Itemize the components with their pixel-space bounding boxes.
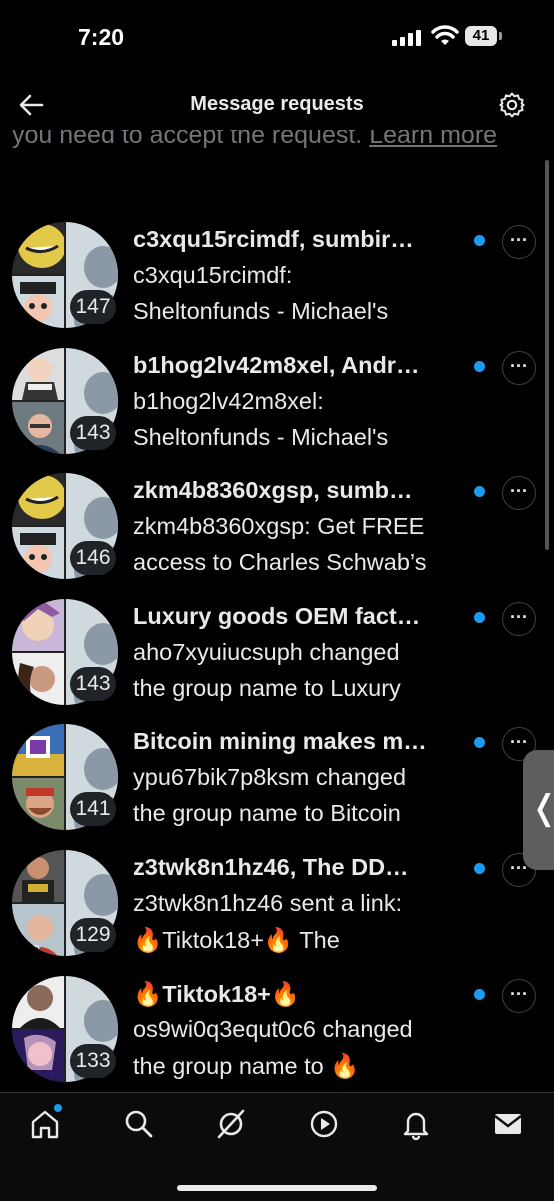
unread-dot-icon [474,235,485,246]
message-preview-line-2: the group name to Bitcoin [133,800,401,827]
home-indicator [177,1185,377,1191]
battery-level: 41 [465,26,497,46]
bottom-tab-bar [0,1092,554,1201]
message-preview-line-1: b1hog2lv42m8xel: [133,387,324,414]
conversation-name: z3twk8n1hz46, The DD… [133,853,409,880]
search-icon[interactable] [122,1107,156,1141]
status-time: 7:20 [78,24,125,50]
member-count-badge: 143 [70,666,116,701]
header: Message requests [0,80,554,130]
message-preview-line-1: os9wi0q3equt0c6 changed [133,1015,413,1042]
message-preview-line-2: Sheltonfunds - Michael's [133,298,389,324]
message-request-row[interactable]: 141 Bitcoin mining makes m… ypu67bik7p8k… [0,724,554,850]
message-preview-line-2: 🔥Tiktok18+🔥 The [133,926,340,953]
message-preview-line-1: ypu67bik7p8ksm changed [133,764,407,791]
unread-dot-icon [474,611,485,623]
conversation-name: 🔥Tiktok18+🔥 [133,980,301,1007]
message-request-list: 147 c3xqu15rcimdf, sumbir… c3xqu15rcimdf… [0,222,554,1101]
battery-icon: 41 [465,26,503,46]
svg-text:P: P [32,943,40,956]
notifications-icon[interactable] [399,1107,433,1141]
more-options-button[interactable]: ··· [502,476,536,511]
unread-dot-icon [474,988,485,1000]
member-count-badge: 143 [70,415,116,450]
cellular-signal-icon [392,30,421,46]
message-request-row[interactable]: P 129 z3twk8n1hz46, The DD… z3twk8n1hz46… [0,849,554,976]
wifi-icon [431,25,459,45]
unread-dot-icon [474,360,485,372]
page-title: Message requests [190,93,364,115]
member-count-badge: 141 [70,792,116,827]
message-preview-line-2: access to Charles Schwab’s [133,549,427,576]
unread-dot-icon [474,862,485,874]
message-request-row[interactable]: 147 c3xqu15rcimdf, sumbir… c3xqu15rcimdf… [0,222,554,348]
message-preview-line-1: aho7xyuiucsuph changed [133,638,400,665]
message-preview-line-2: Sheltonfunds - Michael's [133,423,389,450]
unread-dot-icon [474,486,485,498]
member-count-badge: 147 [70,290,116,324]
settings-gear-icon[interactable] [498,91,526,119]
message-preview-line-1: c3xqu15rcimdf: [133,262,293,288]
side-panel-handle[interactable]: ❬ [523,750,554,870]
conversation-name: Luxury goods OEM fact… [133,602,421,629]
conversation-name: c3xqu15rcimdf, sumbir… [133,226,414,252]
more-options-button[interactable]: ··· [502,601,536,636]
message-preview-line-2: the group name to Luxury [133,674,401,701]
message-preview-line-1: zkm4b8360xgsp: Get FREE [133,513,425,540]
message-request-row[interactable]: 143 Luxury goods OEM fact… aho7xyuiucsup… [0,598,554,725]
chevron-left-icon: ❬ [530,788,554,828]
more-options-button[interactable]: ··· [502,225,536,259]
conversation-name: zkm4b8360xgsp, sumb… [133,477,413,504]
home-icon[interactable] [28,1107,62,1141]
messages-icon[interactable] [491,1107,525,1141]
more-options-button[interactable]: ··· [502,978,536,1013]
message-request-row[interactable]: 146 zkm4b8360xgsp, sumb… zkm4b8360xgsp: … [0,473,554,599]
conversation-name: b1hog2lv42m8xel, Andr… [133,351,420,378]
status-bar: 7:20 41 [0,0,554,76]
message-request-row[interactable]: 133 🔥Tiktok18+🔥 os9wi0q3equt0c6 changed … [0,975,554,1102]
message-preview-line-2: the group name to 🔥 [133,1052,360,1079]
message-request-row[interactable]: 143 b1hog2lv42m8xel, Andr… b1hog2lv42m8x… [0,347,554,474]
message-preview-line-1: z3twk8n1hz46 sent a link: [133,889,403,916]
member-count-badge: 133 [70,1043,116,1078]
unread-dot-icon [474,737,485,749]
member-count-badge: 146 [70,541,116,576]
home-notification-dot [54,1104,62,1112]
more-options-button[interactable]: ··· [502,350,536,385]
member-count-badge: 129 [70,917,116,952]
video-icon[interactable] [307,1107,341,1141]
conversation-name: Bitcoin mining makes m… [133,728,427,755]
grok-icon[interactable] [214,1107,248,1141]
